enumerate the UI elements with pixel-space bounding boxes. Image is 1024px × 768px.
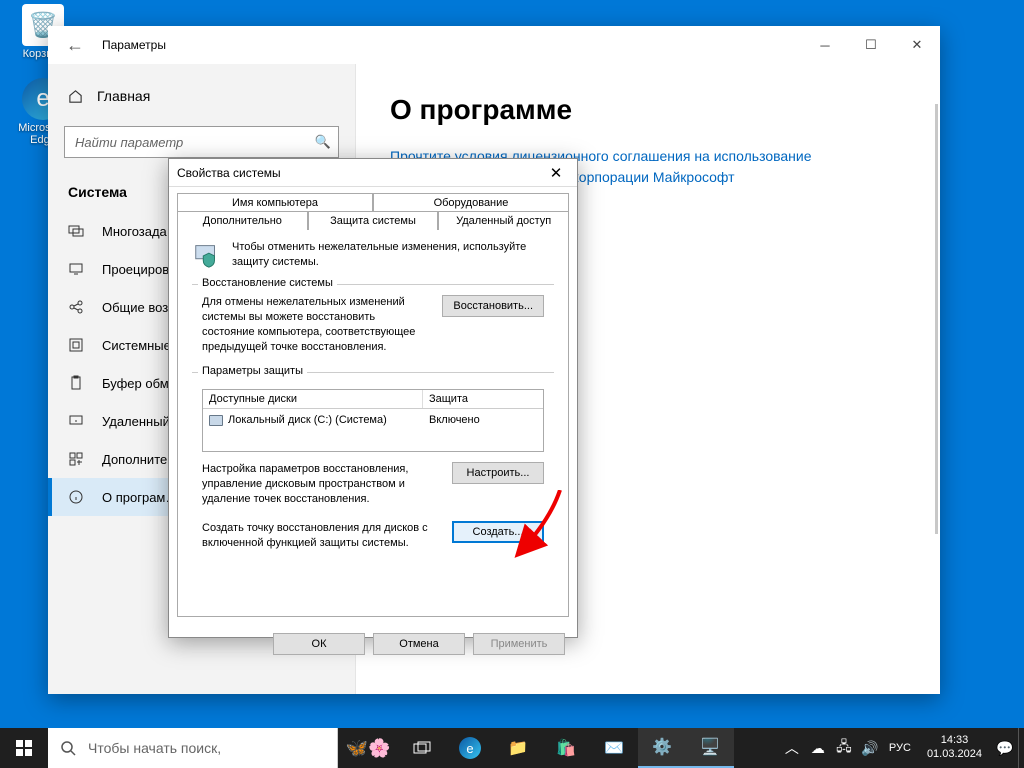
- settings-titlebar: ← Параметры ─ ☐ ✕: [48, 26, 940, 64]
- tab-remote[interactable]: Удаленный доступ: [438, 211, 569, 230]
- tray-clock[interactable]: 14:33 01.03.2024: [917, 734, 992, 762]
- minimize-button[interactable]: ─: [802, 30, 848, 60]
- home-label: Главная: [97, 88, 150, 104]
- tray-language[interactable]: РУС: [883, 742, 917, 754]
- sysprops-title: Свойства системы: [177, 166, 281, 180]
- home-icon: [68, 89, 83, 104]
- tab-panel: Чтобы отменить нежелательные изменения, …: [177, 229, 569, 617]
- shared-icon: [68, 299, 84, 315]
- taskbar-sysprops[interactable]: 🖥️: [686, 728, 734, 768]
- intro-text: Чтобы отменить нежелательные изменения, …: [232, 240, 554, 270]
- fieldset-restore: Восстановление системы Для отмены нежела…: [192, 284, 554, 364]
- taskbar-store[interactable]: 🛍️: [542, 728, 590, 768]
- panel-intro: Чтобы отменить нежелательные изменения, …: [192, 240, 554, 270]
- sysprops-tabs: Имя компьютера Оборудование Дополнительн…: [169, 187, 577, 229]
- search-icon: [60, 740, 76, 756]
- about-icon: [68, 489, 84, 505]
- tray-notifications-icon[interactable]: 💬: [992, 728, 1018, 768]
- restore-button[interactable]: Восстановить...: [442, 295, 544, 317]
- drive-status: Включено: [423, 411, 543, 429]
- window-controls: ─ ☐ ✕: [802, 30, 940, 60]
- search-placeholder: Чтобы начать поиск,: [88, 740, 221, 756]
- sysprops-icon: 🖥️: [700, 737, 720, 757]
- fieldset-protection: Параметры защиты Доступные диски Защита …: [192, 372, 554, 560]
- tab-system-protection[interactable]: Защита системы: [308, 211, 439, 230]
- taskbar-explorer[interactable]: 📁: [494, 728, 542, 768]
- protection-legend: Параметры защиты: [198, 365, 307, 377]
- tray-onedrive-icon[interactable]: ☁: [805, 728, 831, 768]
- windows-logo-icon: [16, 740, 32, 756]
- drive-row[interactable]: Локальный диск (C:) (Система) Включено: [203, 409, 543, 431]
- drive-icon: [209, 415, 223, 426]
- system-properties-dialog: Свойства системы ✕ Имя компьютера Оборуд…: [168, 158, 578, 638]
- sidebar-item-label: О програм…: [102, 490, 178, 505]
- configure-text: Настройка параметров восстановления, упр…: [202, 462, 440, 507]
- taskbar-news-icon[interactable]: 🦋🌸: [338, 738, 398, 759]
- projecting-icon: [68, 261, 84, 277]
- advanced-icon: [68, 451, 84, 467]
- folder-icon: 📁: [508, 738, 528, 758]
- scrollbar[interactable]: [935, 104, 938, 534]
- tab-computer-name[interactable]: Имя компьютера: [177, 193, 373, 212]
- close-button[interactable]: ✕: [535, 159, 577, 186]
- create-text: Создать точку восстановления для дисков …: [202, 521, 440, 551]
- taskbar-mail[interactable]: ✉️: [590, 728, 638, 768]
- store-icon: 🛍️: [556, 738, 576, 758]
- configure-button[interactable]: Настроить...: [452, 462, 544, 484]
- col-drives: Доступные диски: [203, 390, 423, 408]
- multitasking-icon: [68, 223, 84, 239]
- home-link[interactable]: Главная: [48, 78, 355, 114]
- system-icon: [68, 337, 84, 353]
- settings-window-title: Параметры: [102, 38, 166, 52]
- tray-date: 01.03.2024: [927, 748, 982, 762]
- create-button[interactable]: Создать...: [452, 521, 544, 543]
- tab-advanced[interactable]: Дополнительно: [177, 211, 308, 230]
- taskbar-edge[interactable]: e: [446, 728, 494, 768]
- restore-legend: Восстановление системы: [198, 277, 337, 289]
- edge-icon: e: [459, 737, 481, 759]
- task-view-icon: [413, 741, 431, 755]
- restore-text: Для отмены нежелательных изменений систе…: [202, 295, 430, 354]
- ok-button[interactable]: ОК: [273, 633, 365, 655]
- remote-icon: [68, 413, 84, 429]
- show-desktop-button[interactable]: [1018, 728, 1024, 768]
- drive-table-header: Доступные диски Защита: [203, 390, 543, 409]
- clipboard-icon: [68, 375, 84, 391]
- apply-button[interactable]: Применить: [473, 633, 565, 655]
- tray-volume-icon[interactable]: 🔊: [857, 728, 883, 768]
- col-protection: Защита: [423, 390, 543, 408]
- search-icon: 🔍: [315, 134, 331, 150]
- taskbar-settings[interactable]: ⚙️: [638, 728, 686, 768]
- back-button[interactable]: ←: [60, 30, 90, 60]
- sysprops-titlebar: Свойства системы ✕: [169, 159, 577, 187]
- tray-network-icon[interactable]: 🖧: [831, 728, 857, 768]
- shield-monitor-icon: [192, 240, 222, 270]
- maximize-button[interactable]: ☐: [848, 30, 894, 60]
- tray-time: 14:33: [927, 734, 982, 748]
- taskbar-task-view[interactable]: [398, 728, 446, 768]
- close-button[interactable]: ✕: [894, 30, 940, 60]
- mail-icon: ✉️: [604, 738, 624, 758]
- system-tray: ︿ ☁ 🖧 🔊 РУС 14:33 01.03.2024 💬: [779, 728, 1024, 768]
- taskbar-search[interactable]: Чтобы начать поиск,: [48, 728, 338, 768]
- drive-table: Доступные диски Защита Локальный диск (C…: [202, 389, 544, 452]
- settings-search: 🔍: [64, 126, 339, 158]
- start-button[interactable]: [0, 728, 48, 768]
- tray-chevron-up-icon[interactable]: ︿: [779, 728, 805, 768]
- dialog-buttons: ОК Отмена Применить: [169, 625, 577, 663]
- search-input[interactable]: [64, 126, 339, 158]
- tab-hardware[interactable]: Оборудование: [373, 193, 569, 212]
- gear-icon: ⚙️: [652, 737, 672, 757]
- page-title: О программе: [390, 94, 910, 126]
- taskbar: Чтобы начать поиск, 🦋🌸 e 📁 🛍️ ✉️ ⚙️ 🖥️ ︿…: [0, 728, 1024, 768]
- cancel-button[interactable]: Отмена: [373, 633, 465, 655]
- drive-name: Локальный диск (C:) (Система): [228, 414, 387, 426]
